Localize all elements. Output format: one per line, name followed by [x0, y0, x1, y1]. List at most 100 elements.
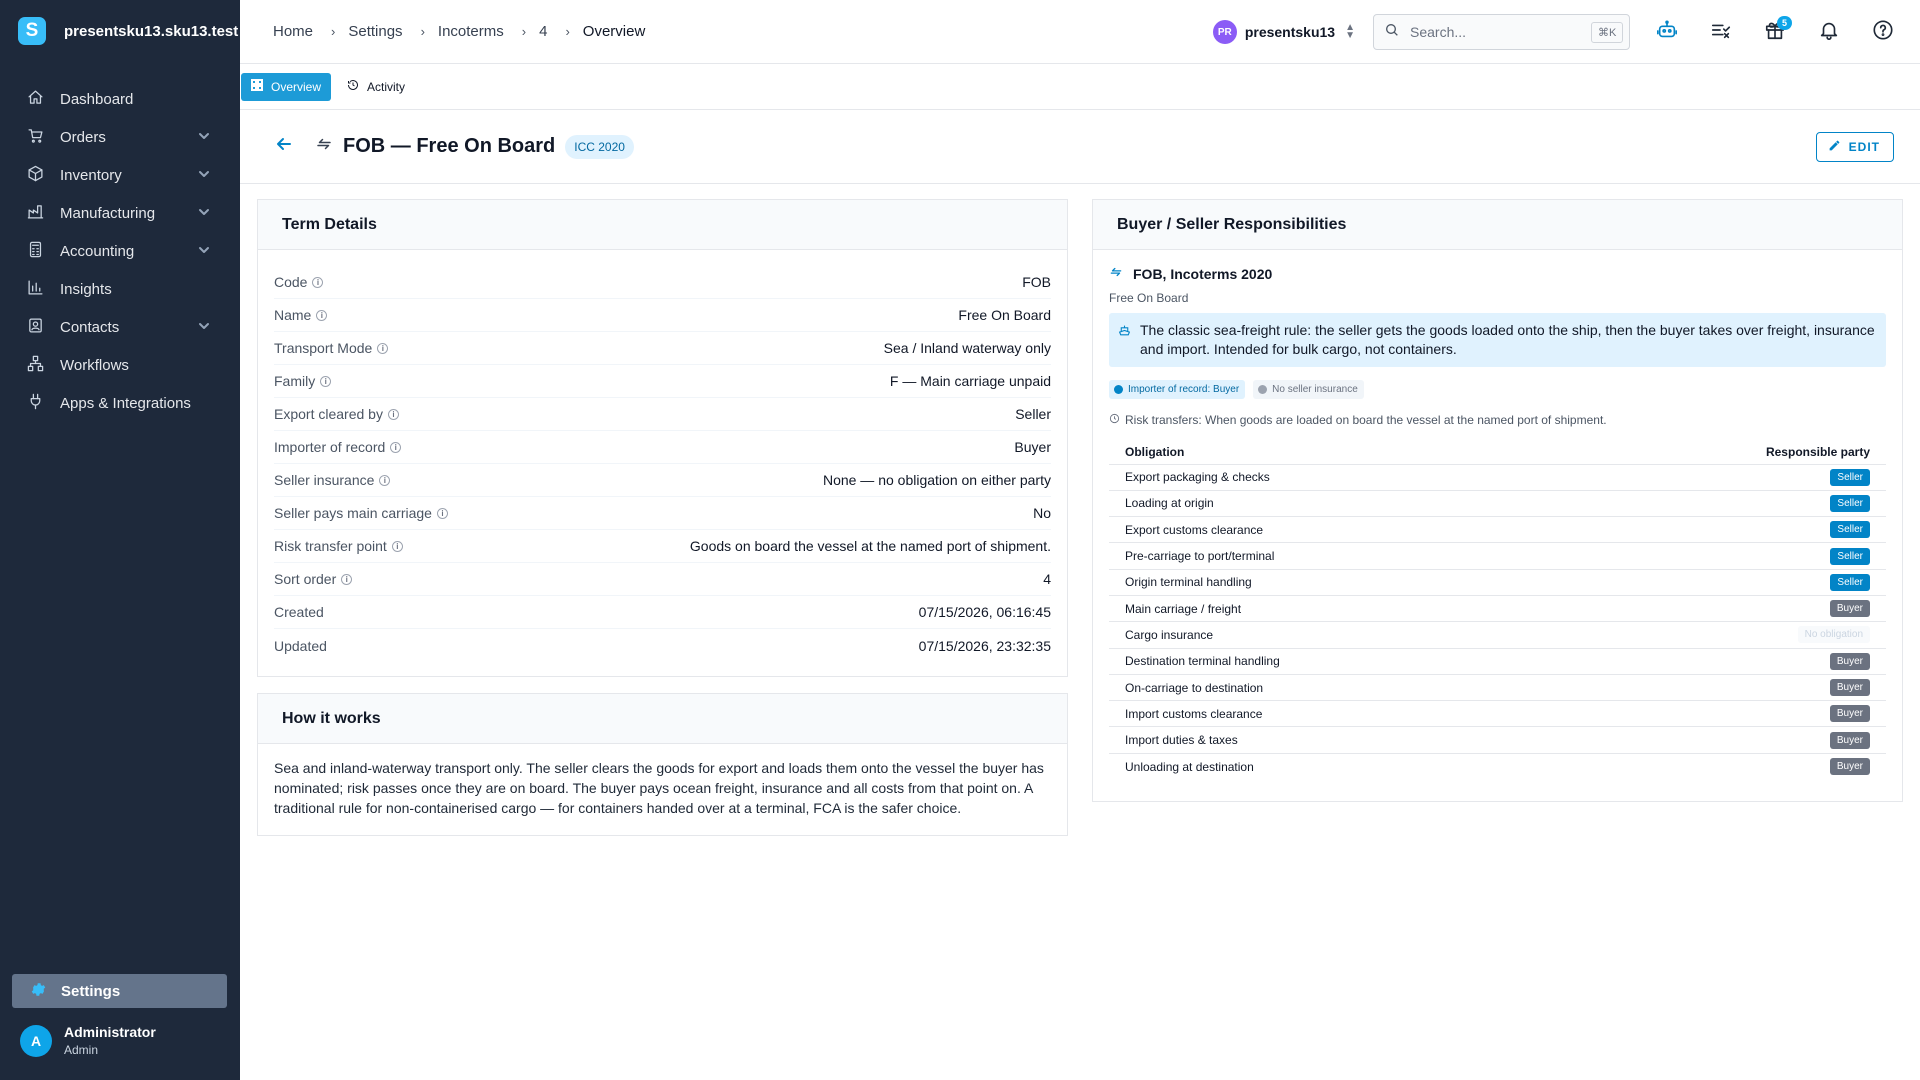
info-icon[interactable]: i — [379, 474, 391, 486]
detail-value: No — [1033, 505, 1051, 521]
page-title: FOB — Free On Board — [343, 135, 556, 157]
bar-chart-icon — [27, 279, 44, 300]
term-details-list: Code i FOB Name i Free On Board Transport Mode… — [258, 250, 1067, 662]
factory-icon — [27, 203, 44, 224]
responsible-party-cell: Seller — [1558, 542, 1886, 570]
org-switcher[interactable]: PR presentsku13 ▲ ▼ — [1212, 20, 1355, 44]
robot-icon — [1656, 19, 1678, 46]
sidebar-item-dashboard[interactable]: Dashboard — [0, 80, 240, 118]
detail-row: Seller insurance i None — no obligation on… — [274, 464, 1051, 497]
detail-label: Seller pays main carriage i — [274, 505, 448, 521]
obligation-cell: Cargo insurance — [1109, 621, 1559, 649]
info-icon[interactable]: i — [341, 573, 353, 585]
detail-value: None — no obligation on either party — [822, 472, 1051, 488]
sidebar-item-label: Inventory — [60, 166, 122, 184]
edit-label: EDIT — [1848, 140, 1880, 154]
sidebar-item-inventory[interactable]: Inventory — [0, 156, 240, 194]
detail-row: Transport Mode i Sea / Inland waterway onl… — [274, 332, 1051, 365]
sidebar-item-apps-integrations[interactable]: Apps & Integrations — [0, 384, 240, 422]
detail-value: 4 — [1043, 571, 1051, 587]
table-row: Main carriage / freight Buyer — [1109, 595, 1886, 623]
tab-overview[interactable]: Overview — [241, 72, 332, 101]
chevron-down-icon — [198, 167, 210, 184]
sidebar-item-settings[interactable]: Settings — [12, 974, 227, 1008]
detail-value: 07/15/2026, 06:16:45 — [918, 604, 1051, 620]
sidebar-item-workflows[interactable]: Workflows — [0, 346, 240, 384]
tab-activity[interactable]: Activity — [337, 73, 415, 101]
chip-label: Importer of record: Buyer — [1128, 384, 1240, 395]
chevron-down-icon — [198, 129, 210, 146]
detail-label: Updated — [274, 638, 327, 654]
responsible-party-cell: Seller — [1558, 464, 1886, 491]
org-name: presentsku13 — [1244, 24, 1336, 40]
breadcrumb-incoterms[interactable]: Incoterms — [438, 23, 504, 40]
table-row: Pre-carriage to port/terminal Seller — [1109, 542, 1886, 570]
brand[interactable]: S presentsku13.sku13.test — [0, 0, 240, 62]
sidebar: S presentsku13.sku13.test Dashboard Orde… — [0, 0, 240, 1080]
detail-label: Created — [274, 604, 324, 620]
sidebar-item-label: Contacts — [60, 318, 120, 336]
tasks-button[interactable] — [1704, 15, 1738, 49]
party-badge: Seller — [1830, 468, 1870, 486]
sidebar-item-contacts[interactable]: Contacts — [0, 308, 240, 346]
importer-of-record-chip: Importer of record: Buyer — [1109, 380, 1246, 399]
detail-label-text: Seller pays main carriage — [274, 505, 432, 521]
back-button[interactable] — [272, 135, 296, 159]
assistant-bot-button[interactable] — [1650, 15, 1684, 49]
info-icon[interactable]: i — [316, 309, 328, 321]
detail-value: FOB — [1022, 274, 1051, 290]
info-icon[interactable]: i — [391, 540, 403, 552]
info-icon[interactable]: i — [320, 375, 332, 387]
column-header-responsible-party: Responsible party — [1558, 440, 1886, 465]
sidebar-item-accounting[interactable]: Accounting — [0, 232, 240, 270]
table-row: Export customs clearance Seller — [1109, 516, 1886, 544]
obligation-cell: Main carriage / freight — [1109, 595, 1559, 623]
search-input[interactable] — [1410, 24, 1591, 40]
user-role: Admin — [64, 1043, 99, 1057]
detail-label-text: Export cleared by — [274, 406, 383, 422]
sort-caret-icon: ▲ ▼ — [1345, 22, 1355, 41]
breadcrumb-home[interactable]: Home — [273, 23, 313, 40]
info-icon[interactable]: i — [312, 276, 324, 288]
info-icon[interactable]: i — [390, 441, 402, 453]
info-icon[interactable]: i — [436, 507, 448, 519]
detail-row: Risk transfer point i Goods on board the v… — [274, 530, 1051, 563]
sidebar-item-label: Accounting — [60, 242, 135, 260]
gear-icon — [30, 981, 47, 1002]
help-button[interactable] — [1866, 15, 1900, 49]
sidebar-item-insights[interactable]: Insights — [0, 270, 240, 308]
risk-transfer-note: Risk transfers: When goods are loaded on… — [1109, 413, 1886, 427]
party-badge: Buyer — [1829, 705, 1870, 723]
responsibilities-title: FOB, Incoterms 2020 — [1109, 265, 1886, 282]
sidebar-item-label: Apps & Integrations — [60, 394, 191, 412]
info-icon[interactable]: i — [387, 408, 399, 420]
party-badge: Seller — [1830, 573, 1870, 591]
panel-heading: Buyer / Seller Responsibilities — [1093, 200, 1902, 250]
notifications-button[interactable] — [1812, 15, 1846, 49]
breadcrumb: Home › Settings › Incoterms › 4 › Overvi… — [273, 23, 645, 40]
sidebar-item-manufacturing[interactable]: Manufacturing — [0, 194, 240, 232]
breadcrumb-separator: › — [565, 24, 570, 39]
page-tabs: Overview Activity — [240, 64, 1920, 110]
detail-label-text: Importer of record — [274, 439, 386, 455]
breadcrumb-record-id[interactable]: 4 — [539, 23, 547, 40]
info-icon[interactable]: i — [377, 342, 389, 354]
table-row: Loading at origin Seller — [1109, 490, 1886, 518]
breadcrumb-settings[interactable]: Settings — [348, 23, 402, 40]
detail-label-text: Risk transfer point — [274, 538, 387, 554]
swap-arrows-icon — [315, 135, 333, 158]
obligation-cell: Loading at origin — [1109, 490, 1559, 518]
sidebar-item-label: Workflows — [60, 356, 129, 374]
user-menu[interactable]: A Administrator Admin — [20, 1024, 156, 1057]
table-row: On-carriage to destination Buyer — [1109, 674, 1886, 702]
edit-button[interactable]: EDIT — [1815, 132, 1894, 162]
party-badge: Buyer — [1829, 679, 1870, 697]
responsible-party-cell: Buyer — [1558, 648, 1886, 675]
sidebar-item-orders[interactable]: Orders — [0, 118, 240, 156]
gifts-button[interactable]: 5 — [1758, 15, 1792, 49]
obligations-table: Obligation Responsible party Export pack… — [1109, 440, 1886, 780]
home-icon — [27, 89, 44, 110]
breadcrumb-separator: › — [521, 24, 527, 39]
detail-label: Code i — [274, 274, 324, 290]
seller-insurance-chip: No seller insurance — [1253, 380, 1364, 399]
